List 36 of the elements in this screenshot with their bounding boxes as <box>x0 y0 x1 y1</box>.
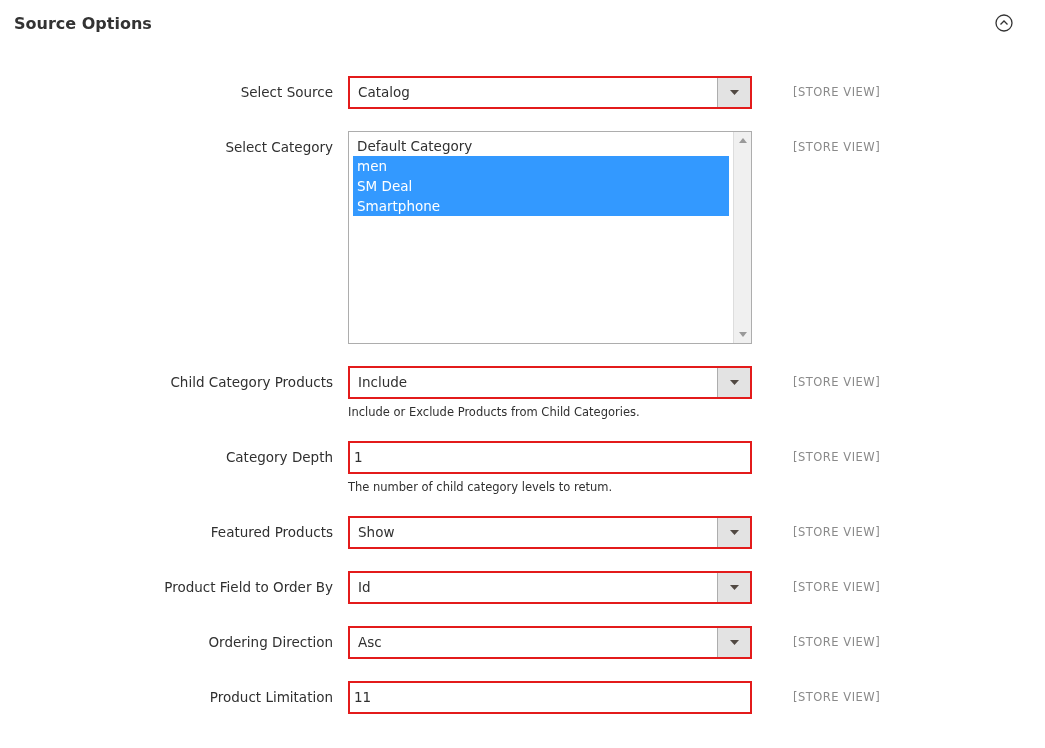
scope-label: [STORE VIEW] <box>793 449 881 466</box>
input-field[interactable]: 1 <box>348 441 752 474</box>
field-label: Featured Products <box>210 523 333 542</box>
scope-label: [STORE VIEW] <box>793 84 881 101</box>
scope-label: [STORE VIEW] <box>793 374 881 391</box>
field-label: Category Depth <box>225 448 333 467</box>
field-note: The number of child category levels to retum. <box>348 480 614 494</box>
caret-icon <box>729 585 739 590</box>
field-note: Include or Exclude Products from Child Categories. <box>348 405 641 419</box>
list-option[interactable]: Default Category <box>353 136 729 156</box>
scope-label: [STORE VIEW] <box>793 524 881 541</box>
field-label: Product Field to Order By <box>164 578 333 597</box>
input-field[interactable]: 11 <box>348 681 752 714</box>
scroll-up-icon[interactable] <box>738 138 747 143</box>
field-label: Select Category <box>225 138 333 157</box>
section-title: Source Options <box>14 13 152 33</box>
scrollbar[interactable] <box>733 132 751 343</box>
caret-icon <box>729 640 739 645</box>
field-label: Product Limitation <box>209 688 333 707</box>
caret-icon <box>729 380 739 385</box>
dropdown[interactable]: Catalog <box>348 76 752 109</box>
scope-label: [STORE VIEW] <box>793 579 881 596</box>
scroll-down-icon[interactable] <box>738 332 747 337</box>
dropdown[interactable]: Id <box>348 571 752 604</box>
field-label: Child Category Products <box>170 373 333 392</box>
field-label: Ordering Direction <box>208 633 333 652</box>
collapse-icon[interactable] <box>995 14 1013 32</box>
dropdown[interactable]: Include <box>348 366 752 399</box>
dropdown[interactable]: Show <box>348 516 752 549</box>
scope-label: [STORE VIEW] <box>793 634 881 651</box>
dropdown[interactable]: Asc <box>348 626 752 659</box>
scope-label: [STORE VIEW] <box>793 689 881 706</box>
caret-icon <box>729 90 739 95</box>
scope-label: [STORE VIEW] <box>793 139 881 156</box>
caret-icon <box>729 530 739 535</box>
field-label: Select Source <box>240 83 333 102</box>
